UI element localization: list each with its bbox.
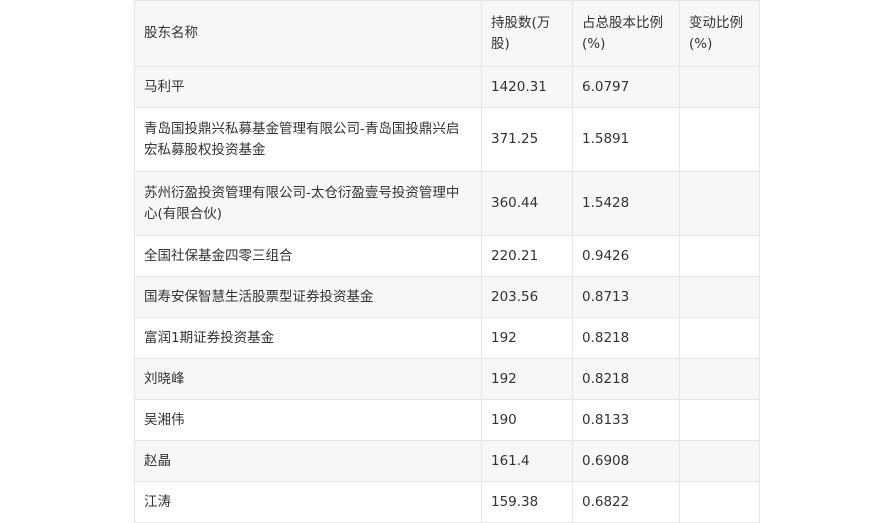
cell-ratio: 0.6822 xyxy=(572,481,680,523)
table-row: 刘晓峰 192 0.8218 xyxy=(134,358,760,400)
table-row: 吴湘伟 190 0.8133 xyxy=(134,399,760,441)
cell-change xyxy=(679,235,760,277)
cell-ratio: 6.0797 xyxy=(572,66,680,108)
header-change: 变动比例(%) xyxy=(679,0,760,67)
cell-ratio: 0.6908 xyxy=(572,440,680,482)
cell-change xyxy=(679,481,760,523)
cell-change xyxy=(679,358,760,400)
cell-ratio: 1.5891 xyxy=(572,107,680,172)
cell-name: 富润1期证券投资基金 xyxy=(134,317,482,359)
table-row: 富润1期证券投资基金 192 0.8218 xyxy=(134,317,760,359)
cell-name: 江涛 xyxy=(134,481,482,523)
cell-name: 刘晓峰 xyxy=(134,358,482,400)
cell-shares: 159.38 xyxy=(481,481,573,523)
cell-ratio: 0.8218 xyxy=(572,317,680,359)
cell-name: 青岛国投鼎兴私募基金管理有限公司-青岛国投鼎兴启宏私募股权投资基金 xyxy=(134,107,482,172)
cell-change xyxy=(679,171,760,236)
cell-change xyxy=(679,317,760,359)
table-row: 江涛 159.38 0.6822 xyxy=(134,481,760,523)
cell-change xyxy=(679,107,760,172)
cell-shares: 360.44 xyxy=(481,171,573,236)
cell-shares: 190 xyxy=(481,399,573,441)
cell-name: 全国社保基金四零三组合 xyxy=(134,235,482,277)
cell-shares: 203.56 xyxy=(481,276,573,318)
cell-name: 赵晶 xyxy=(134,440,482,482)
cell-change xyxy=(679,399,760,441)
cell-ratio: 1.5428 xyxy=(572,171,680,236)
cell-shares: 220.21 xyxy=(481,235,573,277)
cell-name: 吴湘伟 xyxy=(134,399,482,441)
table-row: 苏州衍盈投资管理有限公司-太仓衍盈壹号投资管理中心(有限合伙) 360.44 1… xyxy=(134,171,760,236)
cell-shares: 192 xyxy=(481,317,573,359)
cell-ratio: 0.9426 xyxy=(572,235,680,277)
table-row: 赵晶 161.4 0.6908 xyxy=(134,440,760,482)
table-row: 青岛国投鼎兴私募基金管理有限公司-青岛国投鼎兴启宏私募股权投资基金 371.25… xyxy=(134,107,760,172)
header-name: 股东名称 xyxy=(134,0,482,67)
shareholder-table: 股东名称 持股数(万股) 占总股本比例(%) 变动比例(%) 马利平 1420.… xyxy=(134,0,760,523)
table-header-row: 股东名称 持股数(万股) 占总股本比例(%) 变动比例(%) xyxy=(134,0,760,67)
cell-change xyxy=(679,440,760,482)
cell-name: 苏州衍盈投资管理有限公司-太仓衍盈壹号投资管理中心(有限合伙) xyxy=(134,171,482,236)
cell-shares: 192 xyxy=(481,358,573,400)
header-shares: 持股数(万股) xyxy=(481,0,573,67)
cell-ratio: 0.8218 xyxy=(572,358,680,400)
cell-shares: 371.25 xyxy=(481,107,573,172)
cell-name: 国寿安保智慧生活股票型证券投资基金 xyxy=(134,276,482,318)
cell-shares: 161.4 xyxy=(481,440,573,482)
cell-change xyxy=(679,66,760,108)
cell-name: 马利平 xyxy=(134,66,482,108)
table-row: 全国社保基金四零三组合 220.21 0.9426 xyxy=(134,235,760,277)
table-row: 国寿安保智慧生活股票型证券投资基金 203.56 0.8713 xyxy=(134,276,760,318)
cell-shares: 1420.31 xyxy=(481,66,573,108)
table-row: 马利平 1420.31 6.0797 xyxy=(134,66,760,108)
shareholder-table-container: 股东名称 持股数(万股) 占总股本比例(%) 变动比例(%) 马利平 1420.… xyxy=(134,0,760,523)
cell-change xyxy=(679,276,760,318)
cell-ratio: 0.8133 xyxy=(572,399,680,441)
header-ratio: 占总股本比例(%) xyxy=(572,0,680,67)
cell-ratio: 0.8713 xyxy=(572,276,680,318)
